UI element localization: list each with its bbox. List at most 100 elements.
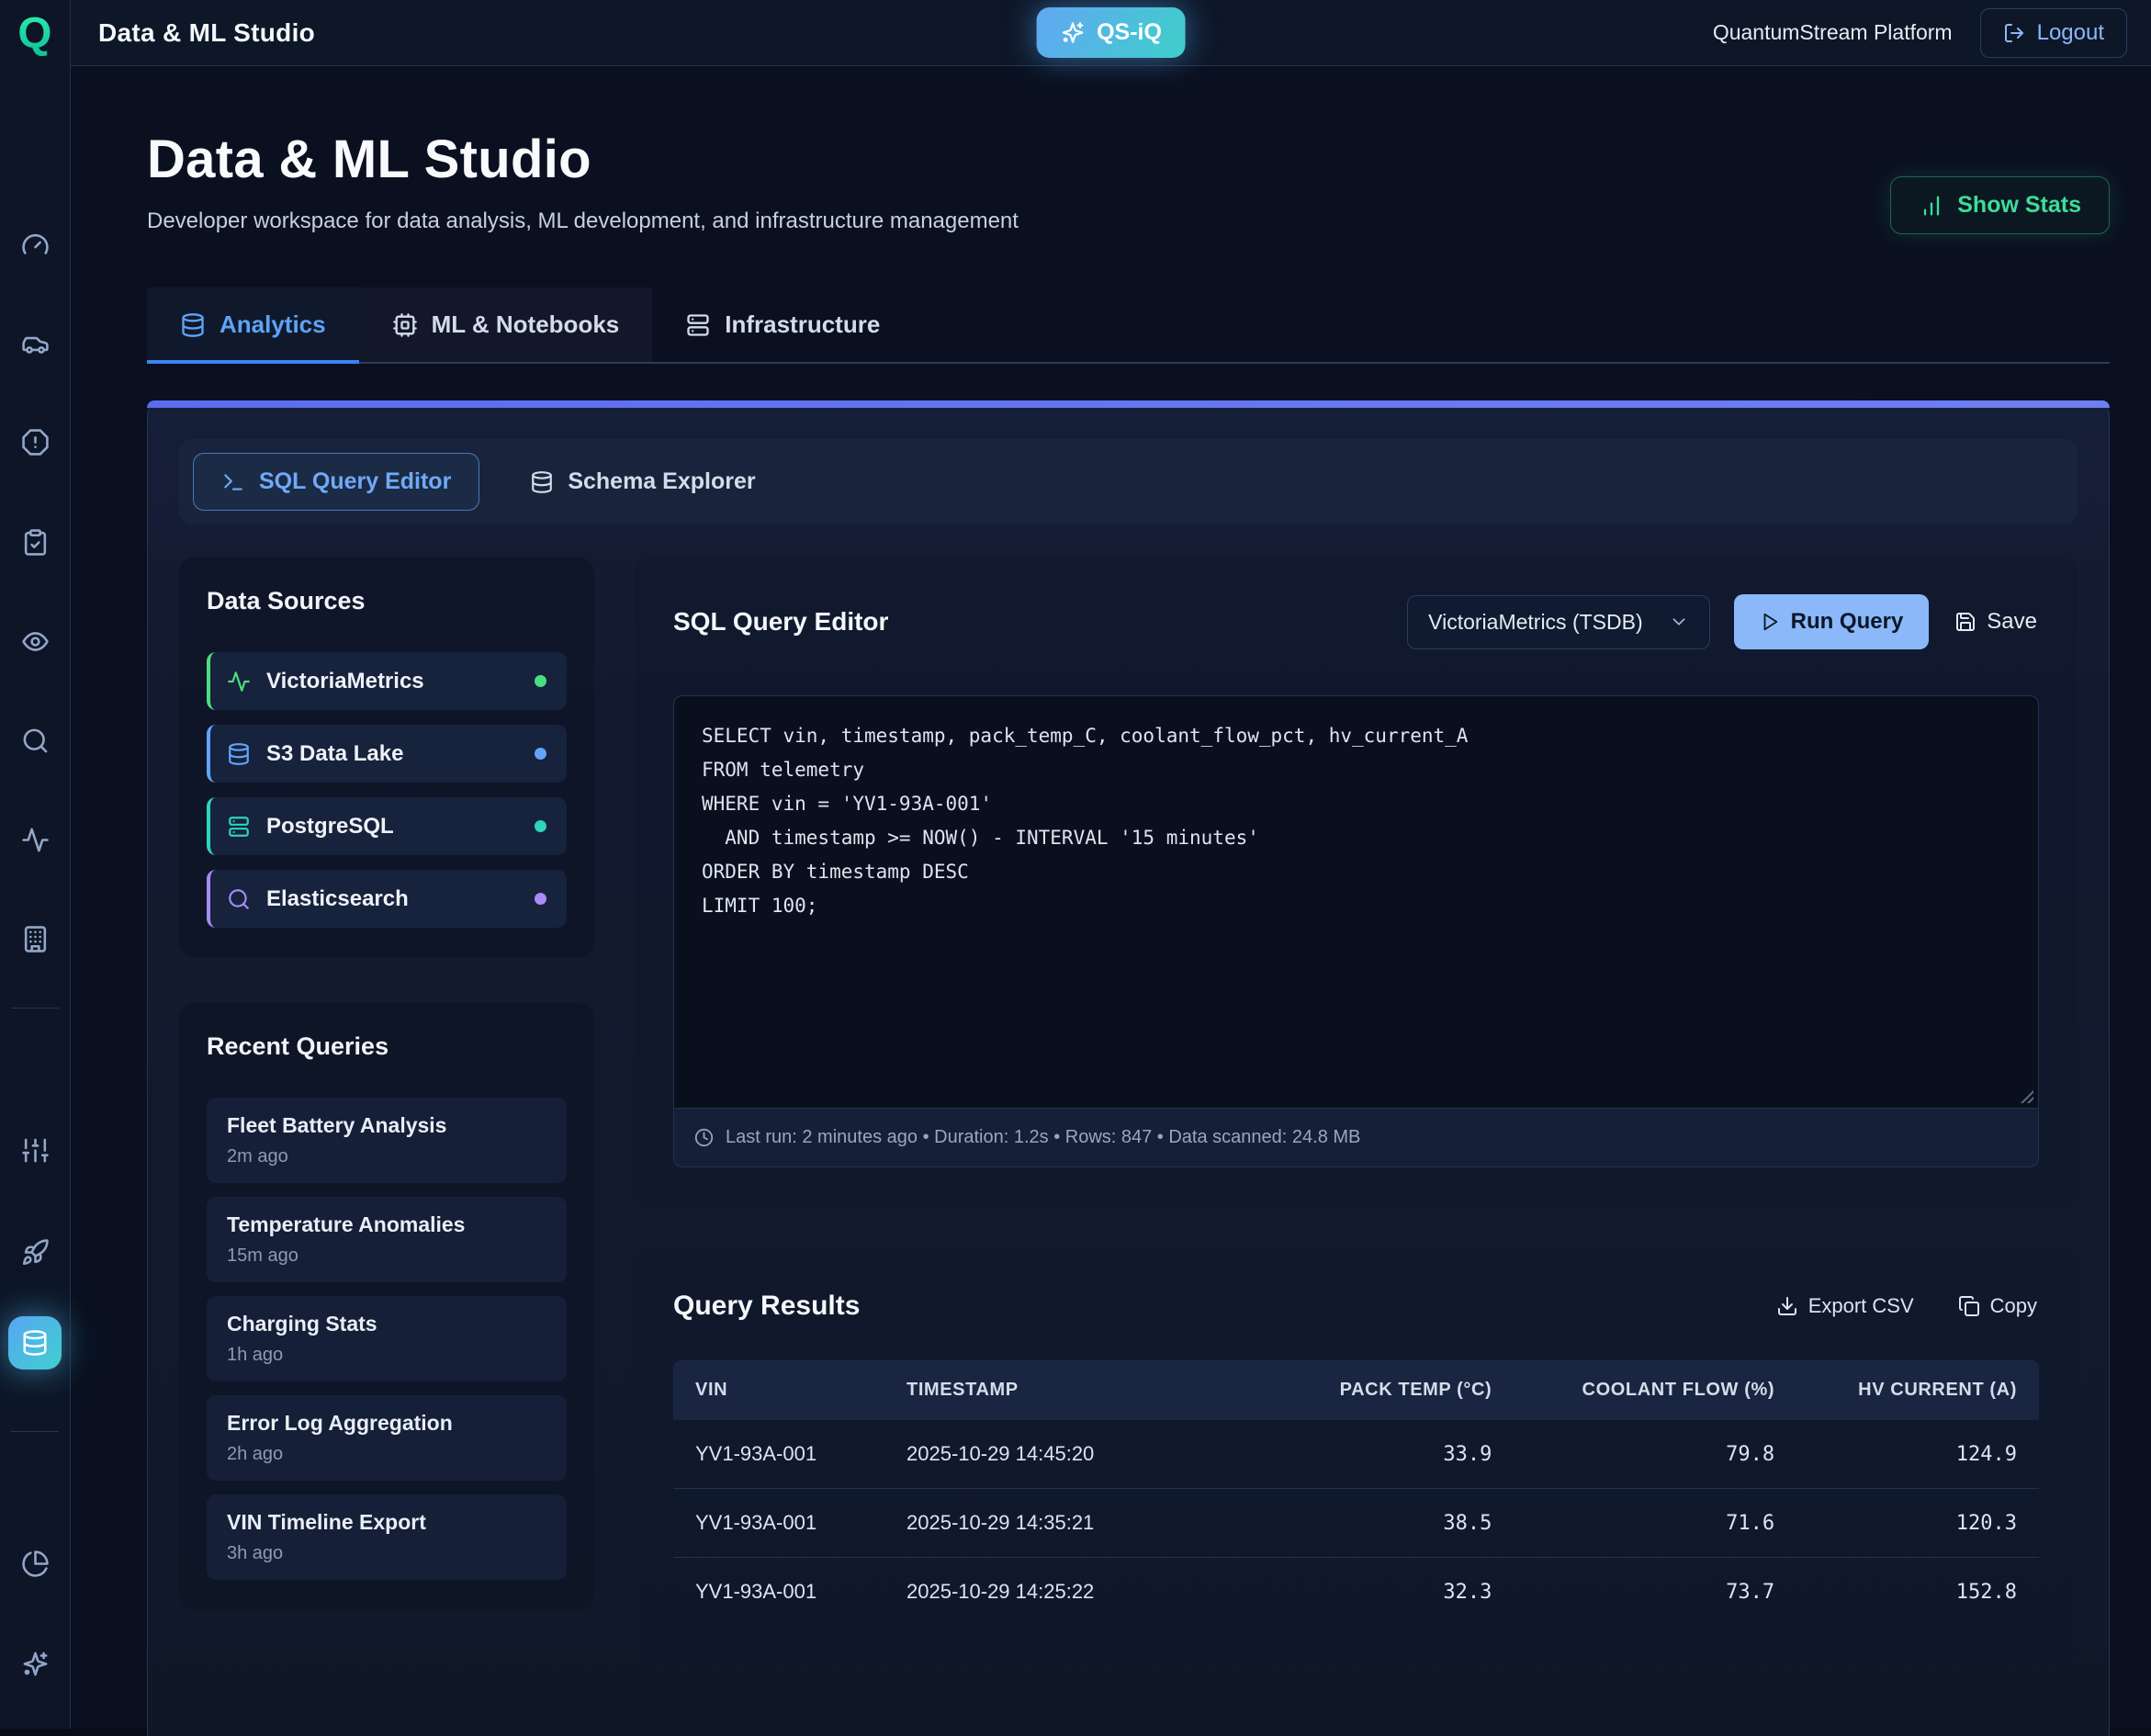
export-csv-button[interactable]: Export CSV [1774, 1289, 1916, 1324]
logout-label: Logout [2037, 20, 2104, 46]
logout-button[interactable]: Logout [1980, 8, 2127, 58]
sql-code-editor[interactable]: SELECT vin, timestamp, pack_temp_C, cool… [673, 695, 2039, 1109]
sparkles-icon [1060, 20, 1085, 45]
car-icon [21, 330, 50, 358]
toggle-schema-explorer[interactable]: Schema Explorer [501, 453, 783, 511]
cell-timestamp: 2025-10-29 14:35:21 [884, 1489, 1279, 1558]
data-sources-panel: Data Sources VictoriaMetrics S3 Data Lak… [179, 558, 594, 957]
tab-analytics[interactable]: Analytics [147, 287, 359, 362]
hero-section: Data & ML Studio Developer workspace for… [147, 129, 2110, 234]
table-row: YV1-93A-001 2025-10-29 14:45:20 33.9 79.… [673, 1420, 2039, 1489]
sql-editor-title: SQL Query Editor [673, 607, 888, 637]
recent-query-name: Error Log Aggregation [227, 1411, 546, 1436]
clock-icon [694, 1128, 714, 1147]
sidebar-item-search[interactable] [14, 719, 56, 761]
left-column: Data Sources VictoriaMetrics S3 Data Lak… [179, 558, 594, 1609]
main-area: Data & ML Studio QS-iQ QuantumStream Pla… [71, 0, 2151, 1729]
database-icon [180, 312, 206, 338]
column-header-vin: VIN [673, 1360, 884, 1420]
sidebar-item-vehicles[interactable] [14, 322, 56, 365]
sidebar-item-data-ml-studio-active[interactable] [8, 1316, 62, 1370]
column-header-pack-temp: PACK TEMP (°C) [1279, 1360, 1514, 1420]
pie-chart-icon [21, 1550, 50, 1578]
recent-query-item[interactable]: Temperature Anomalies 15m ago [207, 1197, 567, 1282]
copy-button[interactable]: Copy [1956, 1289, 2039, 1324]
sidebar-item-controls[interactable] [14, 1129, 56, 1171]
sidebar-item-telemetry[interactable] [14, 818, 56, 861]
cell-hv-current: 152.8 [1796, 1558, 2039, 1627]
database-icon [530, 470, 554, 494]
top-header: Data & ML Studio QS-iQ QuantumStream Pla… [71, 0, 2151, 66]
data-source-postgresql[interactable]: PostgreSQL [207, 797, 567, 855]
page-title: Data & ML Studio [147, 129, 2110, 190]
cell-coolant-flow: 71.6 [1514, 1489, 1796, 1558]
query-status-text: Last run: 2 minutes ago • Duration: 1.2s… [726, 1127, 1360, 1148]
recent-query-item[interactable]: Error Log Aggregation 2h ago [207, 1395, 567, 1481]
data-source-name: S3 Data Lake [266, 741, 403, 767]
data-source-s3-data-lake[interactable]: S3 Data Lake [207, 725, 567, 783]
query-results-card: Query Results Export CSV Copy [635, 1252, 2078, 1663]
status-dot [535, 675, 546, 687]
toggle-sql-query-editor[interactable]: SQL Query Editor [193, 453, 479, 511]
cell-timestamp: 2025-10-29 14:45:20 [884, 1420, 1279, 1489]
results-header-row: VIN TIMESTAMP PACK TEMP (°C) COOLANT FLO… [673, 1360, 2039, 1420]
cell-vin: YV1-93A-001 [673, 1489, 884, 1558]
sidebar-item-facilities[interactable] [14, 918, 56, 960]
status-dot [535, 748, 546, 760]
recent-query-time: 15m ago [227, 1246, 546, 1267]
datasource-select[interactable]: VictoriaMetrics (TSDB) [1407, 595, 1709, 649]
cell-hv-current: 120.3 [1796, 1489, 2039, 1558]
recent-query-item[interactable]: Fleet Battery Analysis 2m ago [207, 1098, 567, 1183]
sidebar-divider [11, 1008, 59, 1009]
database-icon [227, 742, 251, 766]
sidebar-item-ai[interactable] [14, 1642, 56, 1685]
sidebar-item-tasks[interactable] [14, 521, 56, 563]
chevron-down-icon [1669, 612, 1689, 632]
export-csv-label: Export CSV [1808, 1294, 1914, 1318]
save-query-button[interactable]: Save [1953, 603, 2039, 640]
sidebar-item-reports[interactable] [14, 1542, 56, 1584]
data-source-elasticsearch[interactable]: Elasticsearch [207, 870, 567, 928]
recent-query-time: 3h ago [227, 1543, 546, 1564]
gauge-icon [21, 231, 50, 259]
building-icon [21, 925, 50, 953]
query-results-table: VIN TIMESTAMP PACK TEMP (°C) COOLANT FLO… [673, 1360, 2039, 1626]
tab-label: Analytics [220, 310, 326, 339]
recent-query-time: 2m ago [227, 1146, 546, 1167]
sidebar-item-dashboard[interactable] [14, 223, 56, 265]
server-icon [227, 815, 251, 839]
data-source-name: PostgreSQL [266, 814, 394, 840]
sidebar-item-monitoring[interactable] [14, 620, 56, 662]
recent-query-item[interactable]: VIN Timeline Export 3h ago [207, 1494, 567, 1580]
cell-pack-temp: 33.9 [1279, 1420, 1514, 1489]
sparkles-icon [21, 1650, 50, 1678]
recent-query-item[interactable]: Charging Stats 1h ago [207, 1296, 567, 1381]
tab-label: Infrastructure [725, 310, 880, 339]
qsiq-button[interactable]: QS-iQ [1036, 7, 1186, 58]
cell-coolant-flow: 73.7 [1514, 1558, 1796, 1627]
bar-chart-icon [1919, 193, 1944, 219]
sql-code-text[interactable]: SELECT vin, timestamp, pack_temp_C, cool… [674, 696, 2038, 1108]
sidebar-item-alerts[interactable] [14, 421, 56, 463]
table-row: YV1-93A-001 2025-10-29 14:35:21 38.5 71.… [673, 1489, 2039, 1558]
data-source-victoriametrics[interactable]: VictoriaMetrics [207, 652, 567, 710]
toggle-label: SQL Query Editor [259, 468, 451, 495]
tab-ml-notebooks[interactable]: ML & Notebooks [359, 287, 653, 362]
sidebar-item-deployments[interactable] [14, 1231, 56, 1273]
recent-query-name: Charging Stats [227, 1312, 546, 1336]
recent-query-name: Temperature Anomalies [227, 1212, 546, 1237]
cpu-icon [392, 312, 418, 338]
logo-q-icon: Q [17, 7, 55, 59]
run-query-button[interactable]: Run Query [1734, 594, 1930, 649]
page-subtitle: Developer workspace for data analysis, M… [147, 209, 2110, 234]
tab-infrastructure[interactable]: Infrastructure [652, 287, 913, 362]
table-row: YV1-93A-001 2025-10-29 14:25:22 32.3 73.… [673, 1558, 2039, 1627]
cell-vin: YV1-93A-001 [673, 1420, 884, 1489]
logout-icon [2003, 22, 2025, 44]
qsiq-label: QS-iQ [1097, 19, 1162, 46]
sidebar-divider [11, 1431, 59, 1432]
show-stats-button[interactable]: Show Stats [1890, 176, 2110, 234]
eye-icon [21, 627, 50, 656]
database-icon [21, 1329, 49, 1357]
sliders-icon [21, 1136, 50, 1165]
